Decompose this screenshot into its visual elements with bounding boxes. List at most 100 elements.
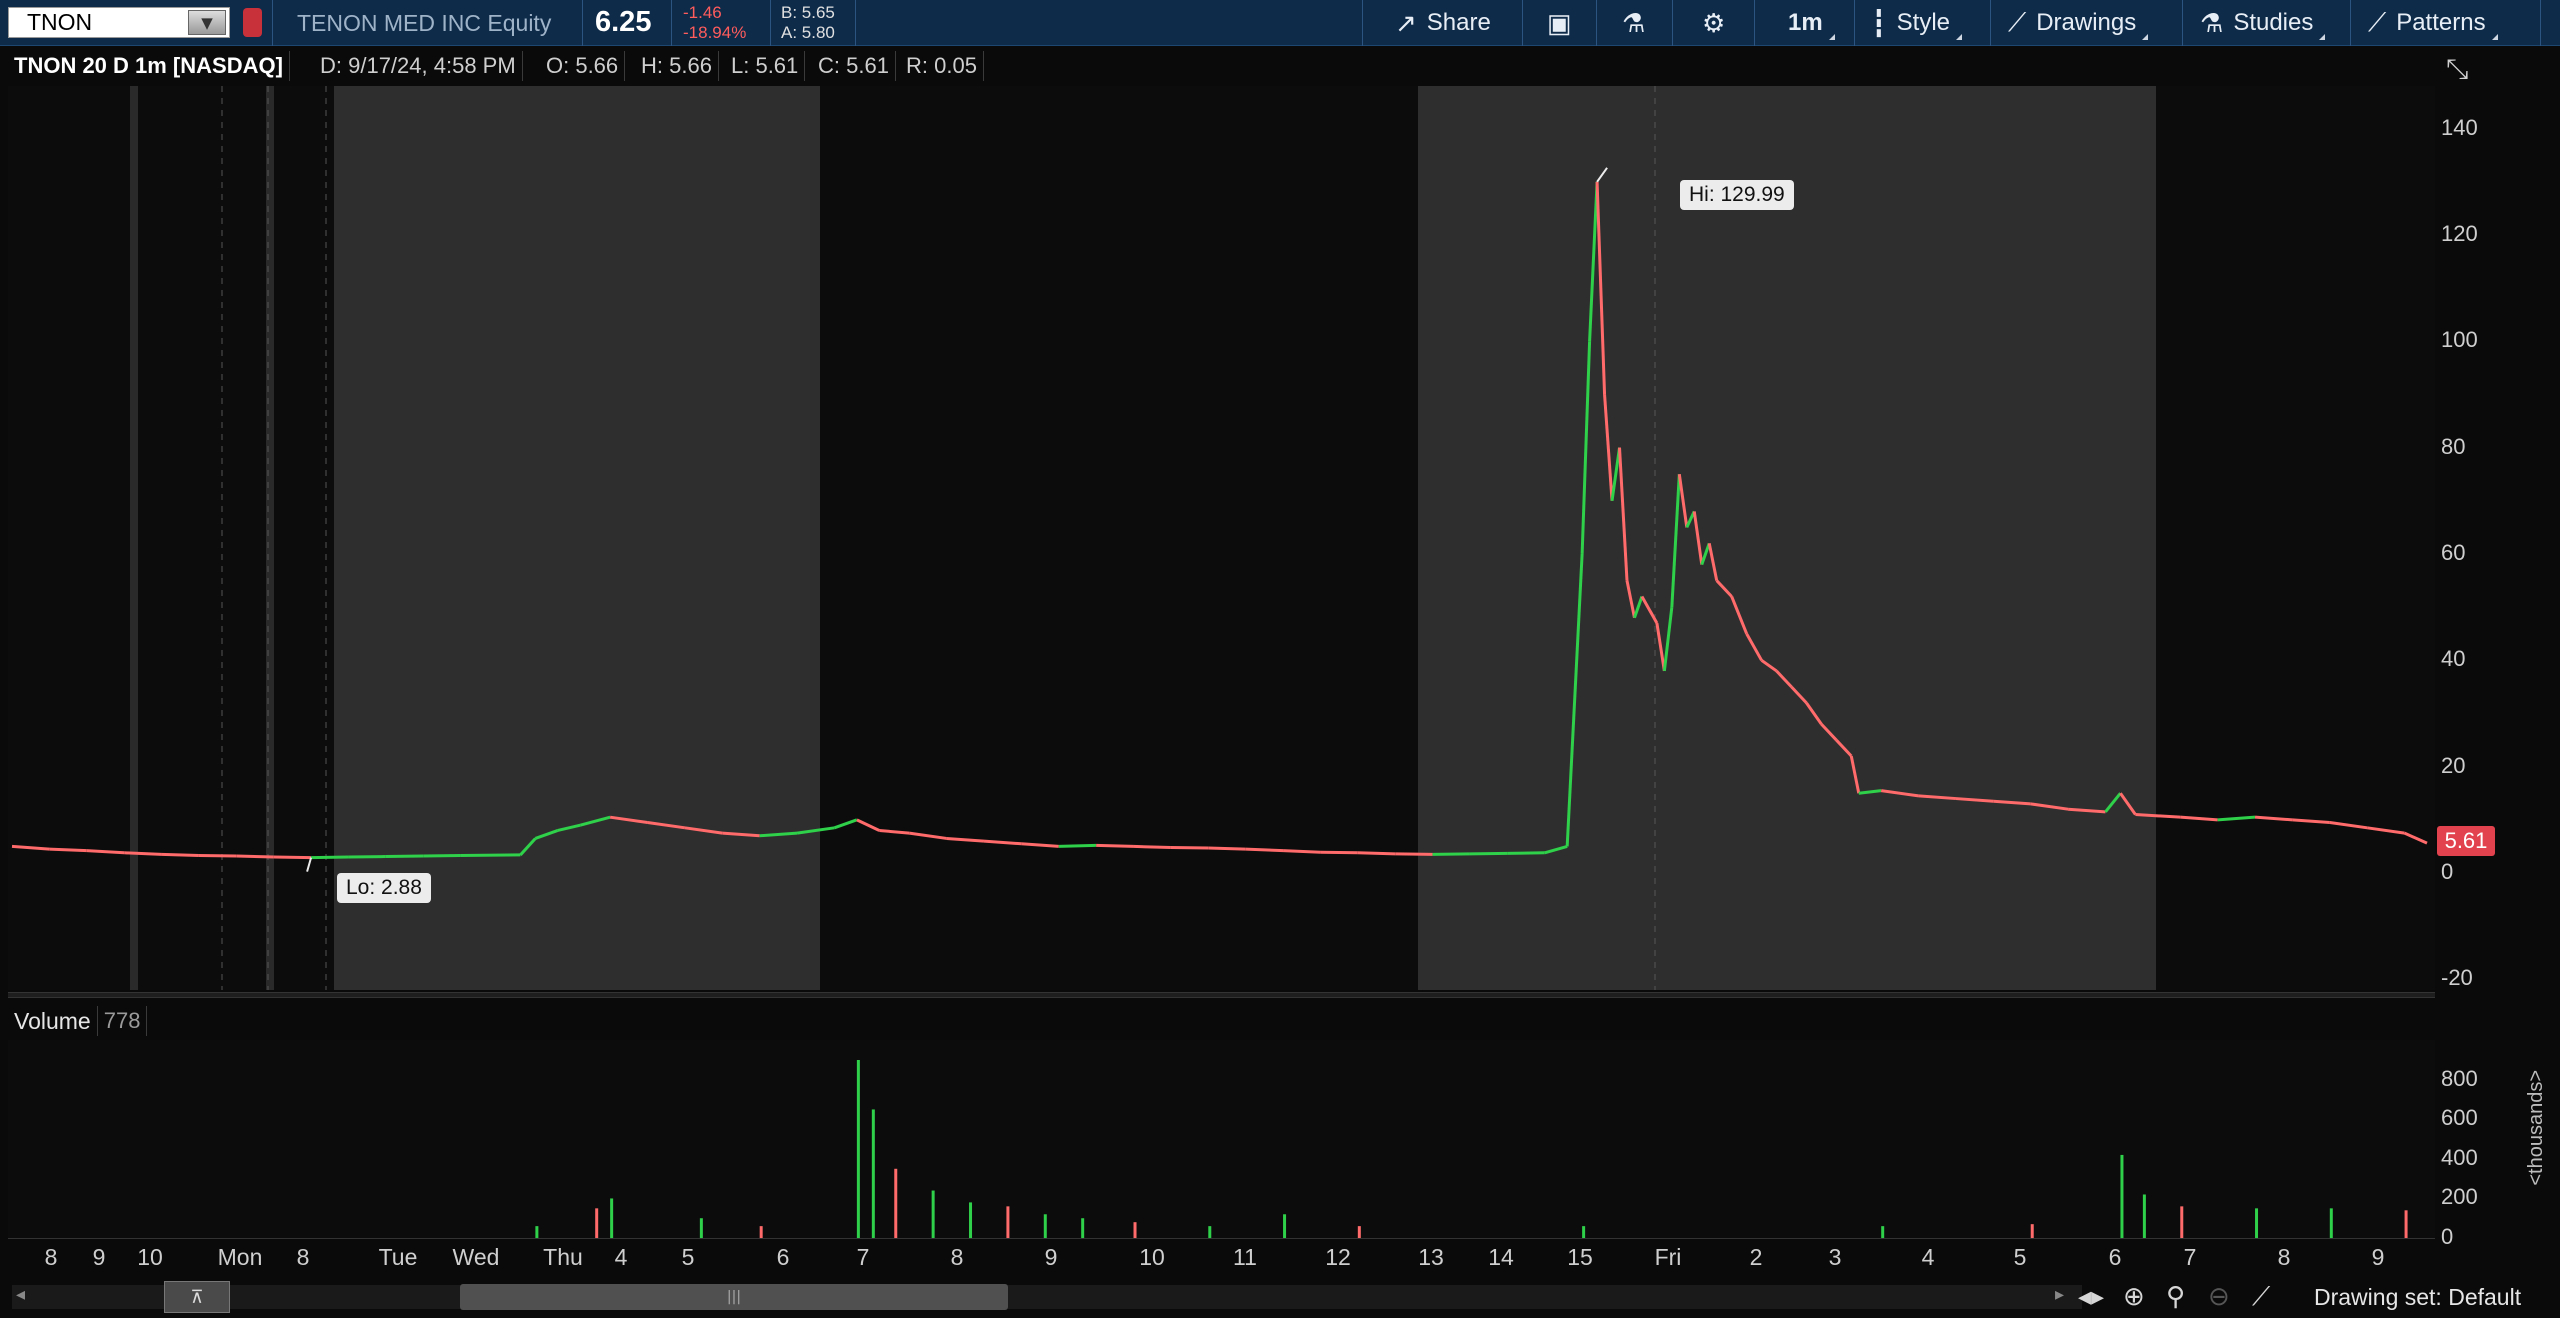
- volume-bar: [1582, 1226, 1586, 1238]
- volume-bar: [1133, 1222, 1137, 1238]
- volume-bar: [2030, 1224, 2034, 1238]
- price-segment: [236, 854, 274, 859]
- flask-icon: ⚗: [2200, 7, 2224, 38]
- toolbar-divider: [1522, 0, 1523, 46]
- price-chart[interactable]: [8, 86, 2435, 990]
- drawing-tool-icon[interactable]: ⟋: [2252, 1282, 2270, 1313]
- time-tick-label: 6: [776, 1244, 790, 1270]
- price-segment: [385, 854, 424, 859]
- price-segment: [2180, 815, 2218, 822]
- time-tick-label: 8: [2277, 1244, 2291, 1270]
- toolbar-divider: [1672, 0, 1673, 46]
- time-tick-label: 9: [92, 1244, 106, 1270]
- flask-button[interactable]: ⚗: [1622, 0, 1655, 46]
- share-label: Share: [1426, 9, 1491, 36]
- time-tick-label: 7: [856, 1244, 870, 1270]
- volume-tick-label: 200: [2441, 1184, 2478, 1210]
- price-tick-label: 60: [2441, 539, 2466, 565]
- volume-bar: [535, 1226, 539, 1238]
- volume-bar: [1208, 1226, 1212, 1238]
- price-segment: [2329, 821, 2368, 830]
- expand-icon[interactable]: ⤡: [2446, 52, 2468, 86]
- alert-icon[interactable]: [243, 8, 262, 37]
- volume-tick-label: 800: [2441, 1065, 2478, 1091]
- price-tick-label: 140: [2441, 114, 2478, 140]
- flask-icon: ⚗: [1622, 7, 1646, 38]
- price-segment: [1096, 843, 1134, 848]
- price-segment: [2217, 815, 2256, 822]
- toolbar-divider: [671, 0, 672, 46]
- gear-icon: ⚙: [1702, 7, 1726, 38]
- time-axis: 8 9 10 Mon 8 Tue Wed Thu 4 5 6 7 8 9 10 11 12 13 14 15 Fri 2 3…: [8, 1238, 2435, 1276]
- volume-header: Volume 778: [8, 1002, 148, 1040]
- symbol-input[interactable]: TNON ▼: [8, 7, 230, 38]
- price-segment: [460, 853, 521, 857]
- price-segment: [856, 818, 880, 832]
- zoom-in-icon[interactable]: ⚲: [2166, 1282, 2185, 1312]
- price-segment: [1058, 843, 1097, 848]
- price-tick-label: 100: [2441, 327, 2478, 353]
- scroll-right-icon[interactable]: ▸: [2055, 1284, 2064, 1305]
- toolbar-divider: [1362, 0, 1363, 46]
- time-tick-label: 6: [2108, 1244, 2122, 1270]
- volume-bar: [2180, 1206, 2184, 1238]
- scroll-to-start-button[interactable]: ⊼: [164, 1281, 230, 1313]
- time-tick-label: 13: [1418, 1244, 1444, 1270]
- style-label: Style: [1896, 9, 1951, 36]
- expansion-icon[interactable]: ◂▸: [2078, 1282, 2104, 1312]
- scroll-track[interactable]: [12, 1285, 2082, 1309]
- toolbar-divider: [582, 0, 583, 46]
- price-tick-label: 20: [2441, 752, 2466, 778]
- dropdown-corner-icon: [1828, 34, 1835, 40]
- share-button[interactable]: ↗ Share: [1395, 0, 1491, 46]
- price-tick-label: 120: [2441, 220, 2478, 246]
- price-segment: [198, 853, 237, 858]
- bar-high: H: 5.66: [635, 51, 719, 81]
- price-segment: [423, 853, 461, 858]
- patterns-button[interactable]: ⟋ Patterns: [2368, 0, 2498, 46]
- toolbar-divider: [2182, 0, 2183, 46]
- symbol-dropdown-icon[interactable]: ▼: [188, 10, 226, 35]
- volume-chart[interactable]: [8, 1040, 2435, 1238]
- price-segment: [1469, 851, 1508, 856]
- zoom-out-icon[interactable]: ⊖: [2208, 1282, 2230, 1312]
- pencil-icon: ⟋: [2008, 7, 2027, 37]
- scroll-left-icon[interactable]: ◂: [16, 1284, 25, 1305]
- dropdown-corner-icon: [2142, 34, 2149, 40]
- drawing-set-label[interactable]: Drawing set: Default: [2314, 1284, 2521, 1311]
- time-tick-label: Thu: [543, 1244, 583, 1270]
- chart-info-bar: TNON 20 D 1m [NASDAQ] D: 9/17/24, 4:58 P…: [0, 46, 2560, 86]
- studies-button[interactable]: ⚗ Studies: [2200, 0, 2326, 46]
- session-band: [266, 86, 274, 990]
- last-price: 6.25: [595, 6, 652, 38]
- volume-bar: [1357, 1226, 1361, 1238]
- time-tick-label: 3: [1828, 1244, 1842, 1270]
- volume-tick-label: 0: [2441, 1224, 2454, 1249]
- price-segment: [2403, 831, 2428, 845]
- chart-title: TNON 20 D 1m [NASDAQ]: [8, 51, 290, 81]
- pane-divider[interactable]: [8, 992, 2435, 998]
- price-segment: [49, 847, 87, 853]
- price-segment: [833, 818, 858, 830]
- price-segment: [1507, 851, 1545, 855]
- drawings-button[interactable]: ⟋ Drawings: [2008, 0, 2149, 46]
- crosshair-icon[interactable]: ⊕: [2123, 1282, 2145, 1312]
- bar-low: L: 5.61: [725, 51, 806, 81]
- symbol-text: TNON: [27, 9, 93, 35]
- bid-ask: B: 5.65 A: 5.80: [781, 3, 835, 43]
- net-change: -1.46 -18.94%: [683, 3, 746, 43]
- price-segment: [946, 836, 985, 843]
- price-segment: [1282, 849, 1321, 854]
- volume-bar: [2120, 1154, 2124, 1238]
- snapshot-button[interactable]: ▣: [1547, 0, 1582, 46]
- price-segment: [1357, 851, 1396, 856]
- style-button[interactable]: ┇ Style: [1871, 0, 1963, 46]
- scroll-thumb[interactable]: |||: [460, 1284, 1008, 1310]
- time-tick-label: 8: [950, 1244, 964, 1270]
- time-tick-label: 9: [1044, 1244, 1058, 1270]
- volume-bar: [610, 1198, 614, 1238]
- settings-button[interactable]: ⚙: [1702, 0, 1735, 46]
- timeframe-button[interactable]: 1m: [1788, 0, 1835, 46]
- candlestick-icon: ┇: [1871, 7, 1887, 38]
- volume-bar: [969, 1202, 973, 1238]
